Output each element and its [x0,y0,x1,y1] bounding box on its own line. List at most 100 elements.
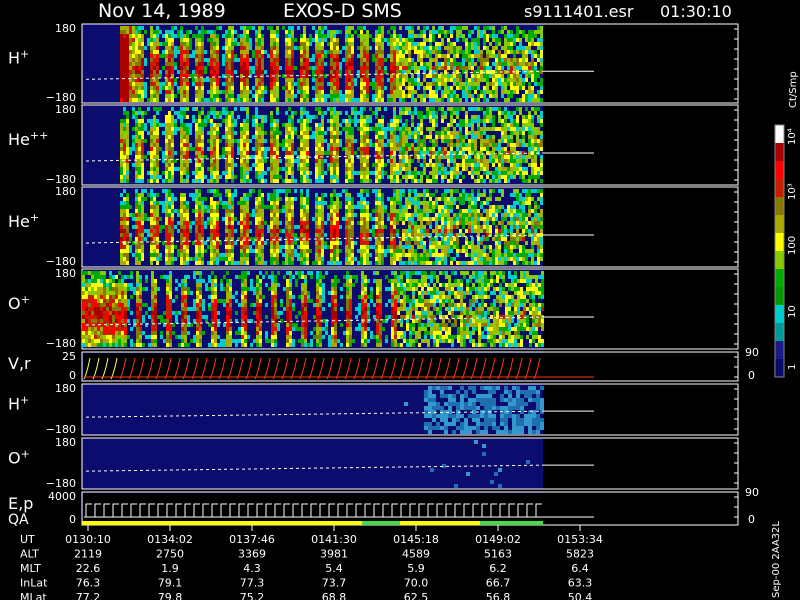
spectrogram-cell [261,257,264,261]
spectrogram-cell [510,74,513,78]
spectrogram-cell [270,151,273,155]
spectrogram-cell [537,74,540,78]
spectrogram-cell [120,171,123,175]
spectrogram-cell [294,249,297,253]
spectrogram-cell [366,62,369,66]
spectrogram-cell [177,253,180,257]
spectrogram-cell [258,26,261,30]
spectrogram-cell [237,98,240,102]
spectrogram-cell [228,217,231,221]
spectrogram-cell [234,38,237,42]
spectrogram-cell [294,225,297,229]
spectrogram-cell [414,135,417,139]
spectrogram-cell [348,139,351,143]
spectrogram-cell [321,209,324,213]
spectrogram-cell [195,189,198,193]
spectrogram-cell [165,171,168,175]
spectrogram-cell [195,179,198,183]
spectrogram-cell [423,163,426,167]
spectrogram-cell [180,197,183,201]
spectrogram-cell [231,213,234,217]
spectrogram-cell [417,50,420,54]
spectrogram-cell [459,78,462,82]
spectrogram-cell [288,229,291,233]
spectrogram-cell [399,74,402,78]
spectrogram-cell [504,34,507,38]
spectrogram-cell [234,217,237,221]
spectrogram-cell [492,171,495,175]
spectrogram-cell [405,139,408,143]
spectrogram-cell [258,205,261,209]
spectrogram-cell [183,225,186,229]
spectrogram-cell [516,38,519,42]
spectrogram-cell [186,201,189,205]
spectrogram-cell [471,66,474,70]
spectrogram-cell [300,261,303,265]
spectrogram-cell [402,163,405,167]
spectrogram-cell [129,54,132,58]
spectrogram-cell [276,225,279,229]
spectrogram-cell [165,209,168,213]
spectrogram-cell [228,163,231,167]
spectrogram-cell [354,241,357,245]
spectrogram-cell [240,233,243,237]
spectrogram-cell [507,62,510,66]
spectrogram-cell [201,147,204,151]
spectrogram-cell [216,193,219,197]
spectrogram-cell [375,139,378,143]
spectrogram-cell [144,86,147,90]
spectrogram-cell [465,42,468,46]
spectrogram-cell [465,147,468,151]
spectrogram-cell [333,115,336,119]
spectrogram-cell [330,94,333,98]
spectrogram-cell [201,163,204,167]
spectrogram-cell [165,225,168,229]
spectrogram-cell [267,147,270,151]
spectrogram-cell [156,213,159,217]
spectrogram-cell [459,74,462,78]
spectrogram-cell [165,34,168,38]
spectrogram-cell [471,143,474,147]
spectrogram-cell [165,119,168,123]
spectrogram-cell [330,127,333,131]
spectrogram-cell [330,82,333,86]
spectrogram-cell [246,229,249,233]
spectrogram-cell [273,90,276,94]
spectrogram-cell [231,54,234,58]
spectrogram-cell [144,217,147,221]
spectrogram-cell [186,82,189,86]
spectrogram-cell [393,54,396,58]
spectrogram-cell [450,139,453,143]
spectrogram-cell [195,50,198,54]
spectrogram-cell [345,233,348,237]
spectrogram-cell [426,179,429,183]
spectrogram-cell [273,34,276,38]
spectrogram-cell [360,58,363,62]
spectrogram-cell [147,98,150,102]
spectrogram-cell [213,107,216,111]
spectrogram-cell [138,245,141,249]
spectrogram-cell [318,94,321,98]
spectrogram-cell [123,159,126,163]
spectrogram-cell [357,147,360,151]
spectrogram-cell [516,135,519,139]
spectrogram-cell [120,213,123,217]
spectrogram-cell [471,167,474,171]
spectrogram-cell [459,163,462,167]
spectrogram-cell [303,197,306,201]
spectrogram-cell [531,94,534,98]
spectrogram-cell [138,233,141,237]
spectrogram-cell [204,30,207,34]
spectrogram-cell [510,127,513,131]
spectrogram-cell [270,66,273,70]
spectrogram-cell [150,257,153,261]
spectrogram-cell [393,90,396,94]
spectrogram-cell [540,131,543,135]
spectrogram-cell [189,257,192,261]
spectrogram-cell [435,98,438,102]
spectrogram-cell [519,50,522,54]
spectrogram-cell [252,123,255,127]
spectrogram-cell [429,38,432,42]
spectrogram-cell [195,249,198,253]
spectrogram-cell [321,94,324,98]
